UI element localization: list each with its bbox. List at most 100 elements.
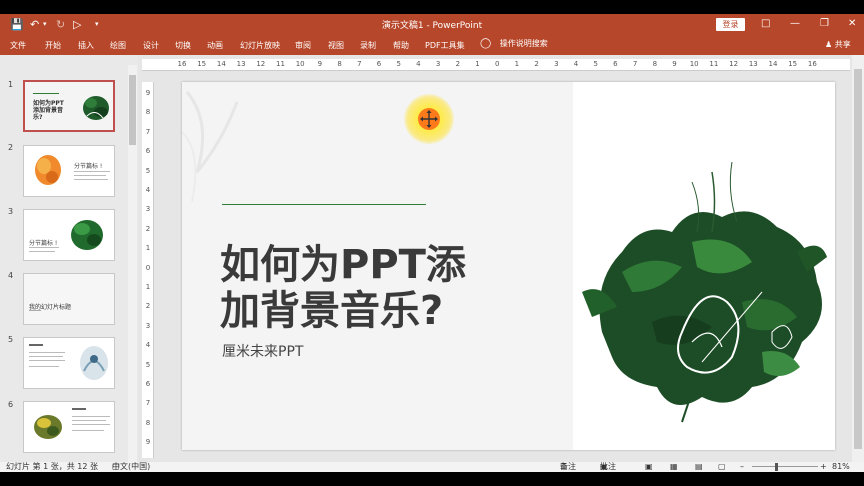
ruler-label: 5 (396, 60, 401, 68)
tab-transitions[interactable]: 切换 (175, 40, 191, 51)
tab-help[interactable]: 帮助 (393, 40, 409, 51)
ruler-labels: 16 15 14 13 12 11 10 9 8 7 6 5 4 3 2 1 0 1 2 3 4 5 6 7 8 9 10 11 12 1… (142, 59, 850, 70)
tab-insert[interactable]: 插入 (78, 40, 94, 51)
ruler-label: 14 (768, 60, 778, 68)
ruler-label: 15 (197, 60, 207, 68)
powerpoint-window: 💾 ↶ ▾ ↻ ▷ ▾ 演示文稿1 - PowerPoint 登录 □ — ❐ … (0, 14, 864, 472)
tell-me-label: 操作说明搜索 (499, 39, 548, 48)
login-button[interactable]: 登录 (716, 18, 745, 31)
thumb-heading-line (72, 408, 86, 410)
plant-image (83, 96, 109, 120)
maximize-icon[interactable]: ❐ (820, 17, 829, 31)
ruler-label: 12 (729, 60, 739, 68)
ruler-label: 0 (494, 60, 500, 68)
ruler-label: 16 (177, 60, 187, 68)
tab-draw[interactable]: 绘图 (110, 40, 126, 51)
thumb-text-line (72, 416, 110, 417)
zoom-in-icon[interactable]: + (820, 462, 827, 472)
ruler-label: 2 (534, 60, 539, 68)
tab-home[interactable]: 开始 (45, 40, 61, 51)
ruler-label: 5 (593, 60, 598, 68)
ruler-label: 13 (748, 60, 758, 68)
tab-review[interactable]: 审阅 (295, 40, 311, 51)
thumb-section-title: 分节篇标 ! (29, 240, 58, 247)
slide-thumbnail-4[interactable]: 我的幻灯片标题 (23, 273, 115, 325)
ruler-label: 11 (276, 60, 285, 68)
thumb-text-line (72, 424, 110, 425)
ruler-label: 6 (376, 60, 382, 68)
tab-slideshow[interactable]: 幻灯片放映 (240, 40, 280, 51)
ribbon-tabs: 文件 开始 插入 绘图 设计 切换 动画 幻灯片放映 审阅 视图 录制 帮助 P… (0, 35, 864, 55)
tab-design[interactable]: 设计 (143, 40, 159, 51)
ruler-label: 14 (216, 60, 226, 68)
thumb-text-line (29, 360, 65, 361)
tab-file[interactable]: 文件 (10, 40, 26, 51)
thumb-text-line (29, 247, 59, 248)
slide-subtitle[interactable]: 厘米未来PPT (222, 341, 303, 361)
thumb-text-line (74, 175, 106, 176)
slide-title[interactable]: 如何为PPT添 加背景音乐? (220, 242, 560, 334)
thumb-text-line (29, 310, 41, 311)
person-icon: ♟ (825, 40, 833, 49)
move-cursor-icon (418, 108, 440, 130)
zoom-slider[interactable] (752, 466, 818, 467)
slide-thumbnail-6[interactable] (23, 401, 115, 453)
tab-pdf-tools[interactable]: PDF工具集 (425, 40, 465, 51)
slideshow-view-icon[interactable]: ▢ (718, 462, 726, 472)
tab-view[interactable]: 视图 (328, 40, 344, 51)
slide-thumbnail-1[interactable]: 如何为PPT添加背景音乐? (23, 80, 115, 132)
vertical-ruler-label: 6 (145, 147, 151, 156)
ruler-label: 11 (709, 60, 719, 68)
ruler-label: 1 (514, 60, 520, 68)
vertical-ruler-label: 7 (145, 127, 151, 136)
thumb-text-line (72, 420, 106, 421)
slide-vertical-scrollbar[interactable] (852, 55, 864, 462)
ruler-label: 13 (236, 60, 246, 68)
plant-illustration[interactable] (562, 132, 832, 432)
thumbnails-scroll-thumb[interactable] (129, 75, 136, 145)
thumb-text-line (29, 251, 55, 252)
vertical-ruler-label: 0 (145, 263, 151, 272)
vertical-ruler-label: 2 (145, 224, 151, 233)
share-button[interactable]: ♟ 共享 (825, 39, 851, 50)
vertical-ruler-label: 4 (145, 186, 151, 194)
zoom-level[interactable]: 81% (832, 462, 850, 472)
close-icon[interactable]: ✕ (848, 17, 856, 31)
zoom-slider-handle[interactable] (775, 463, 778, 471)
slide-thumbnail-2[interactable]: 分节篇标 ! (23, 145, 115, 197)
slide-scroll-thumb[interactable] (854, 69, 862, 449)
zoom-out-icon[interactable]: – (740, 462, 744, 472)
ribbon-display-options-icon[interactable]: □ (761, 17, 770, 31)
ruler-label: 8 (337, 60, 342, 68)
faint-leaf-decoration (182, 91, 239, 203)
ruler-label: 16 (807, 60, 817, 68)
title-bar: 💾 ↶ ▾ ↻ ▷ ▾ 演示文稿1 - PowerPoint 登录 □ — ❐ … (0, 14, 864, 35)
crosshair-arrows (420, 110, 438, 128)
share-label: 共享 (834, 40, 851, 49)
tab-animations[interactable]: 动画 (207, 40, 223, 51)
vertical-ruler-label: 7 (145, 399, 151, 408)
vertical-ruler-label: 8 (145, 108, 151, 117)
vertical-ruler-label: 5 (145, 166, 151, 175)
title-accent-line (222, 204, 426, 205)
slide-thumbnails-panel: 1 2 3 4 5 6 7 如何为PPT添加背景音乐? 分节篇标 ! (0, 55, 138, 472)
tell-me-search[interactable]: ◯ 操作说明搜索 (480, 38, 548, 49)
vertical-ruler-label: 1 (145, 283, 151, 291)
minimize-icon[interactable]: — (790, 17, 800, 31)
slide-canvas[interactable]: 如何为PPT添 加背景音乐? 厘米未来PPT (182, 82, 835, 450)
yellow-plant-image (34, 415, 62, 439)
slide-thumbnail-5[interactable] (23, 337, 115, 389)
ruler-label: 1 (475, 60, 480, 68)
tab-record[interactable]: 录制 (360, 40, 376, 51)
slide-sorter-icon[interactable]: ▦ (670, 462, 678, 472)
reading-view-icon[interactable]: ▤ (695, 462, 703, 472)
normal-view-icon[interactable]: ▣ (645, 462, 653, 472)
thumb-text-line (29, 352, 65, 353)
orange-flower-image (35, 155, 61, 185)
thumbnails-scrollbar[interactable] (128, 65, 137, 462)
decorative-plant-image (80, 346, 108, 380)
thumb-title: 如何为PPT添加背景音乐? (33, 100, 64, 121)
thumb-heading-line (29, 344, 43, 346)
slide-thumbnail-3[interactable]: 分节篇标 ! (23, 209, 115, 261)
vertical-ruler-label: 1 (145, 244, 151, 253)
